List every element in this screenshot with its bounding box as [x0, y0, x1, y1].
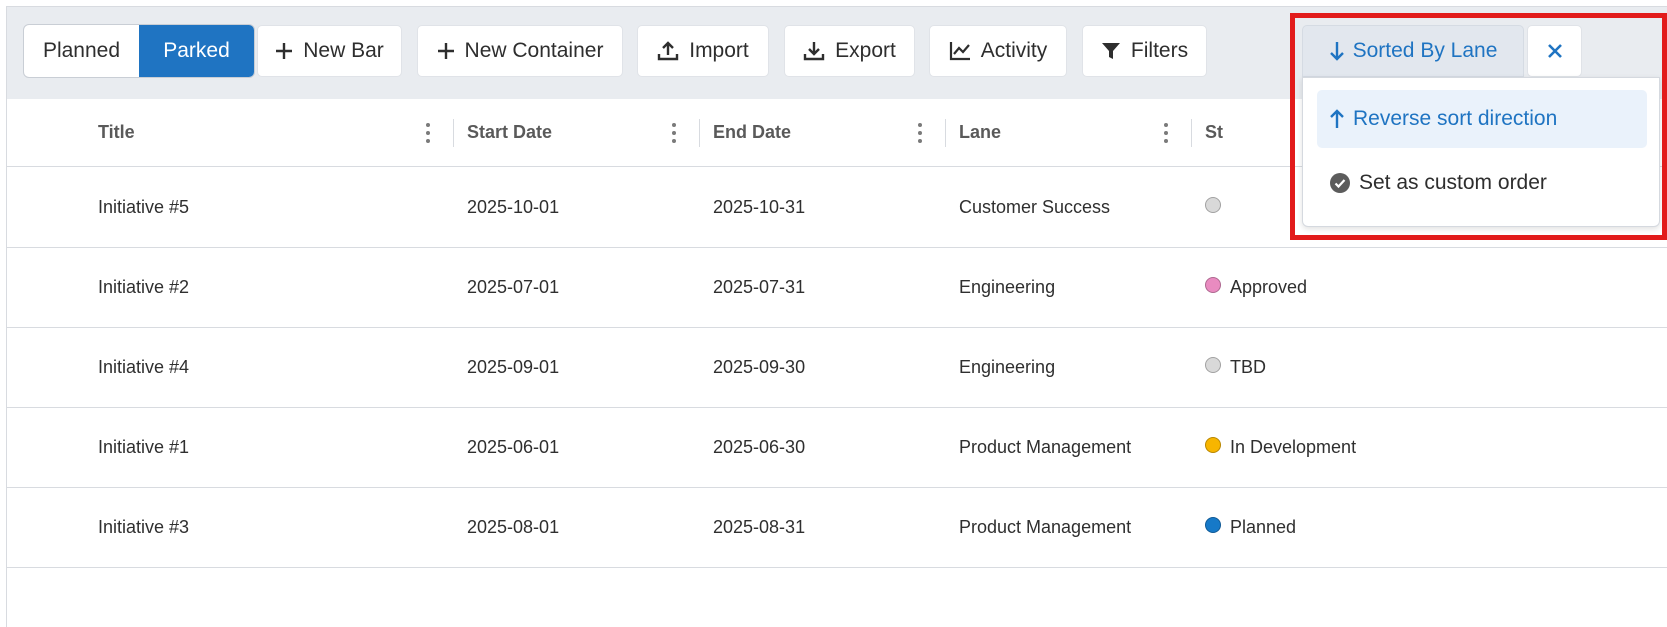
filter-icon	[1101, 43, 1120, 59]
column-header-title[interactable]: Title	[98, 99, 135, 166]
custom-order-option[interactable]: Set as custom order	[1317, 154, 1647, 212]
status-cell	[1205, 167, 1230, 247]
upload-icon	[658, 41, 679, 61]
end-date-cell: 2025-06-30	[713, 436, 806, 457]
start-date-cell: 2025-08-01	[467, 516, 560, 537]
column-header-status[interactable]: St	[1205, 99, 1223, 166]
column-menu-icon[interactable]	[1159, 123, 1173, 143]
roadmap-table-view: Planned Parked New Bar New Container Imp…	[6, 6, 1667, 627]
import-label: Import	[689, 39, 749, 62]
column-menu-icon[interactable]	[913, 123, 927, 143]
start-date-cell: 2025-10-01	[467, 196, 560, 217]
check-circle-icon	[1330, 173, 1350, 193]
export-button[interactable]: Export	[784, 25, 915, 77]
table-row[interactable]: Initiative #1 2025-06-01 2025-06-30 Prod…	[7, 407, 1667, 488]
table-row[interactable]: Initiative #4 2025-09-01 2025-09-30 Engi…	[7, 327, 1667, 408]
status-dot-icon	[1205, 437, 1221, 453]
clear-sort-button[interactable]	[1527, 25, 1582, 77]
status-dot-icon	[1205, 277, 1221, 293]
view-toggle: Planned Parked	[23, 24, 255, 78]
table-row[interactable]: Initiative #2 2025-07-01 2025-07-31 Engi…	[7, 247, 1667, 328]
reverse-sort-option[interactable]: Reverse sort direction	[1317, 90, 1647, 148]
sort-button[interactable]: Sorted By Lane	[1302, 25, 1524, 77]
status-cell: Planned	[1205, 487, 1296, 567]
arrow-up-icon	[1330, 109, 1344, 128]
lane-cell: Product Management	[959, 516, 1132, 537]
status-label: TBD	[1230, 356, 1266, 377]
close-icon	[1547, 44, 1562, 58]
end-date-cell: 2025-10-31	[713, 196, 806, 217]
plus-icon	[276, 43, 293, 59]
end-date-cell: 2025-07-31	[713, 276, 806, 297]
custom-order-label: Set as custom order	[1359, 171, 1547, 194]
download-icon	[803, 42, 825, 61]
new-bar-button[interactable]: New Bar	[257, 25, 402, 77]
plus-icon	[437, 43, 454, 59]
column-header-start-date[interactable]: Start Date	[467, 99, 552, 166]
status-label: Planned	[1230, 516, 1297, 537]
end-date-cell: 2025-09-30	[713, 356, 806, 377]
start-date-cell: 2025-09-01	[467, 356, 560, 377]
start-date-cell: 2025-06-01	[467, 436, 560, 457]
arrow-down-icon	[1329, 42, 1344, 61]
status-label: In Development	[1230, 436, 1357, 457]
activity-label: Activity	[980, 39, 1048, 62]
filters-button[interactable]: Filters	[1082, 25, 1207, 77]
status-cell: In Development	[1205, 407, 1356, 487]
export-label: Export	[835, 39, 896, 62]
end-date-cell: 2025-08-31	[713, 516, 806, 537]
line-chart-icon	[949, 42, 970, 61]
new-container-button[interactable]: New Container	[417, 25, 623, 77]
import-button[interactable]: Import	[637, 25, 769, 77]
column-divider	[453, 119, 454, 147]
column-menu-icon[interactable]	[421, 123, 435, 143]
column-divider	[1191, 119, 1192, 147]
status-dot-icon	[1205, 197, 1221, 213]
reverse-sort-label: Reverse sort direction	[1353, 107, 1558, 130]
new-bar-label: New Bar	[303, 39, 384, 62]
sort-label: Sorted By Lane	[1352, 39, 1498, 62]
table-row[interactable]: Initiative #3 2025-08-01 2025-08-31 Prod…	[7, 487, 1667, 568]
title-cell: Initiative #5	[98, 196, 190, 217]
sort-menu: Reverse sort direction Set as custom ord…	[1302, 77, 1660, 227]
lane-cell: Customer Success	[959, 196, 1111, 217]
status-label: Approved	[1230, 276, 1308, 297]
lane-cell: Engineering	[959, 276, 1056, 297]
status-dot-icon	[1205, 517, 1221, 533]
filters-label: Filters	[1130, 39, 1189, 62]
parked-tab[interactable]: Parked	[139, 25, 254, 77]
title-cell: Initiative #3	[98, 516, 190, 537]
title-cell: Initiative #4	[98, 356, 190, 377]
start-date-cell: 2025-07-01	[467, 276, 560, 297]
column-header-end-date[interactable]: End Date	[713, 99, 791, 166]
new-container-label: New Container	[464, 39, 604, 62]
lane-cell: Product Management	[959, 436, 1132, 457]
lane-cell: Engineering	[959, 356, 1056, 377]
column-divider	[945, 119, 946, 147]
status-cell: Approved	[1205, 247, 1307, 327]
column-menu-icon[interactable]	[667, 123, 681, 143]
title-cell: Initiative #1	[98, 436, 190, 457]
status-cell: TBD	[1205, 327, 1266, 407]
planned-tab[interactable]: Planned	[24, 25, 139, 77]
status-dot-icon	[1205, 357, 1221, 373]
column-divider	[699, 119, 700, 147]
column-header-lane[interactable]: Lane	[959, 99, 1001, 166]
title-cell: Initiative #2	[98, 276, 190, 297]
activity-button[interactable]: Activity	[929, 25, 1067, 77]
